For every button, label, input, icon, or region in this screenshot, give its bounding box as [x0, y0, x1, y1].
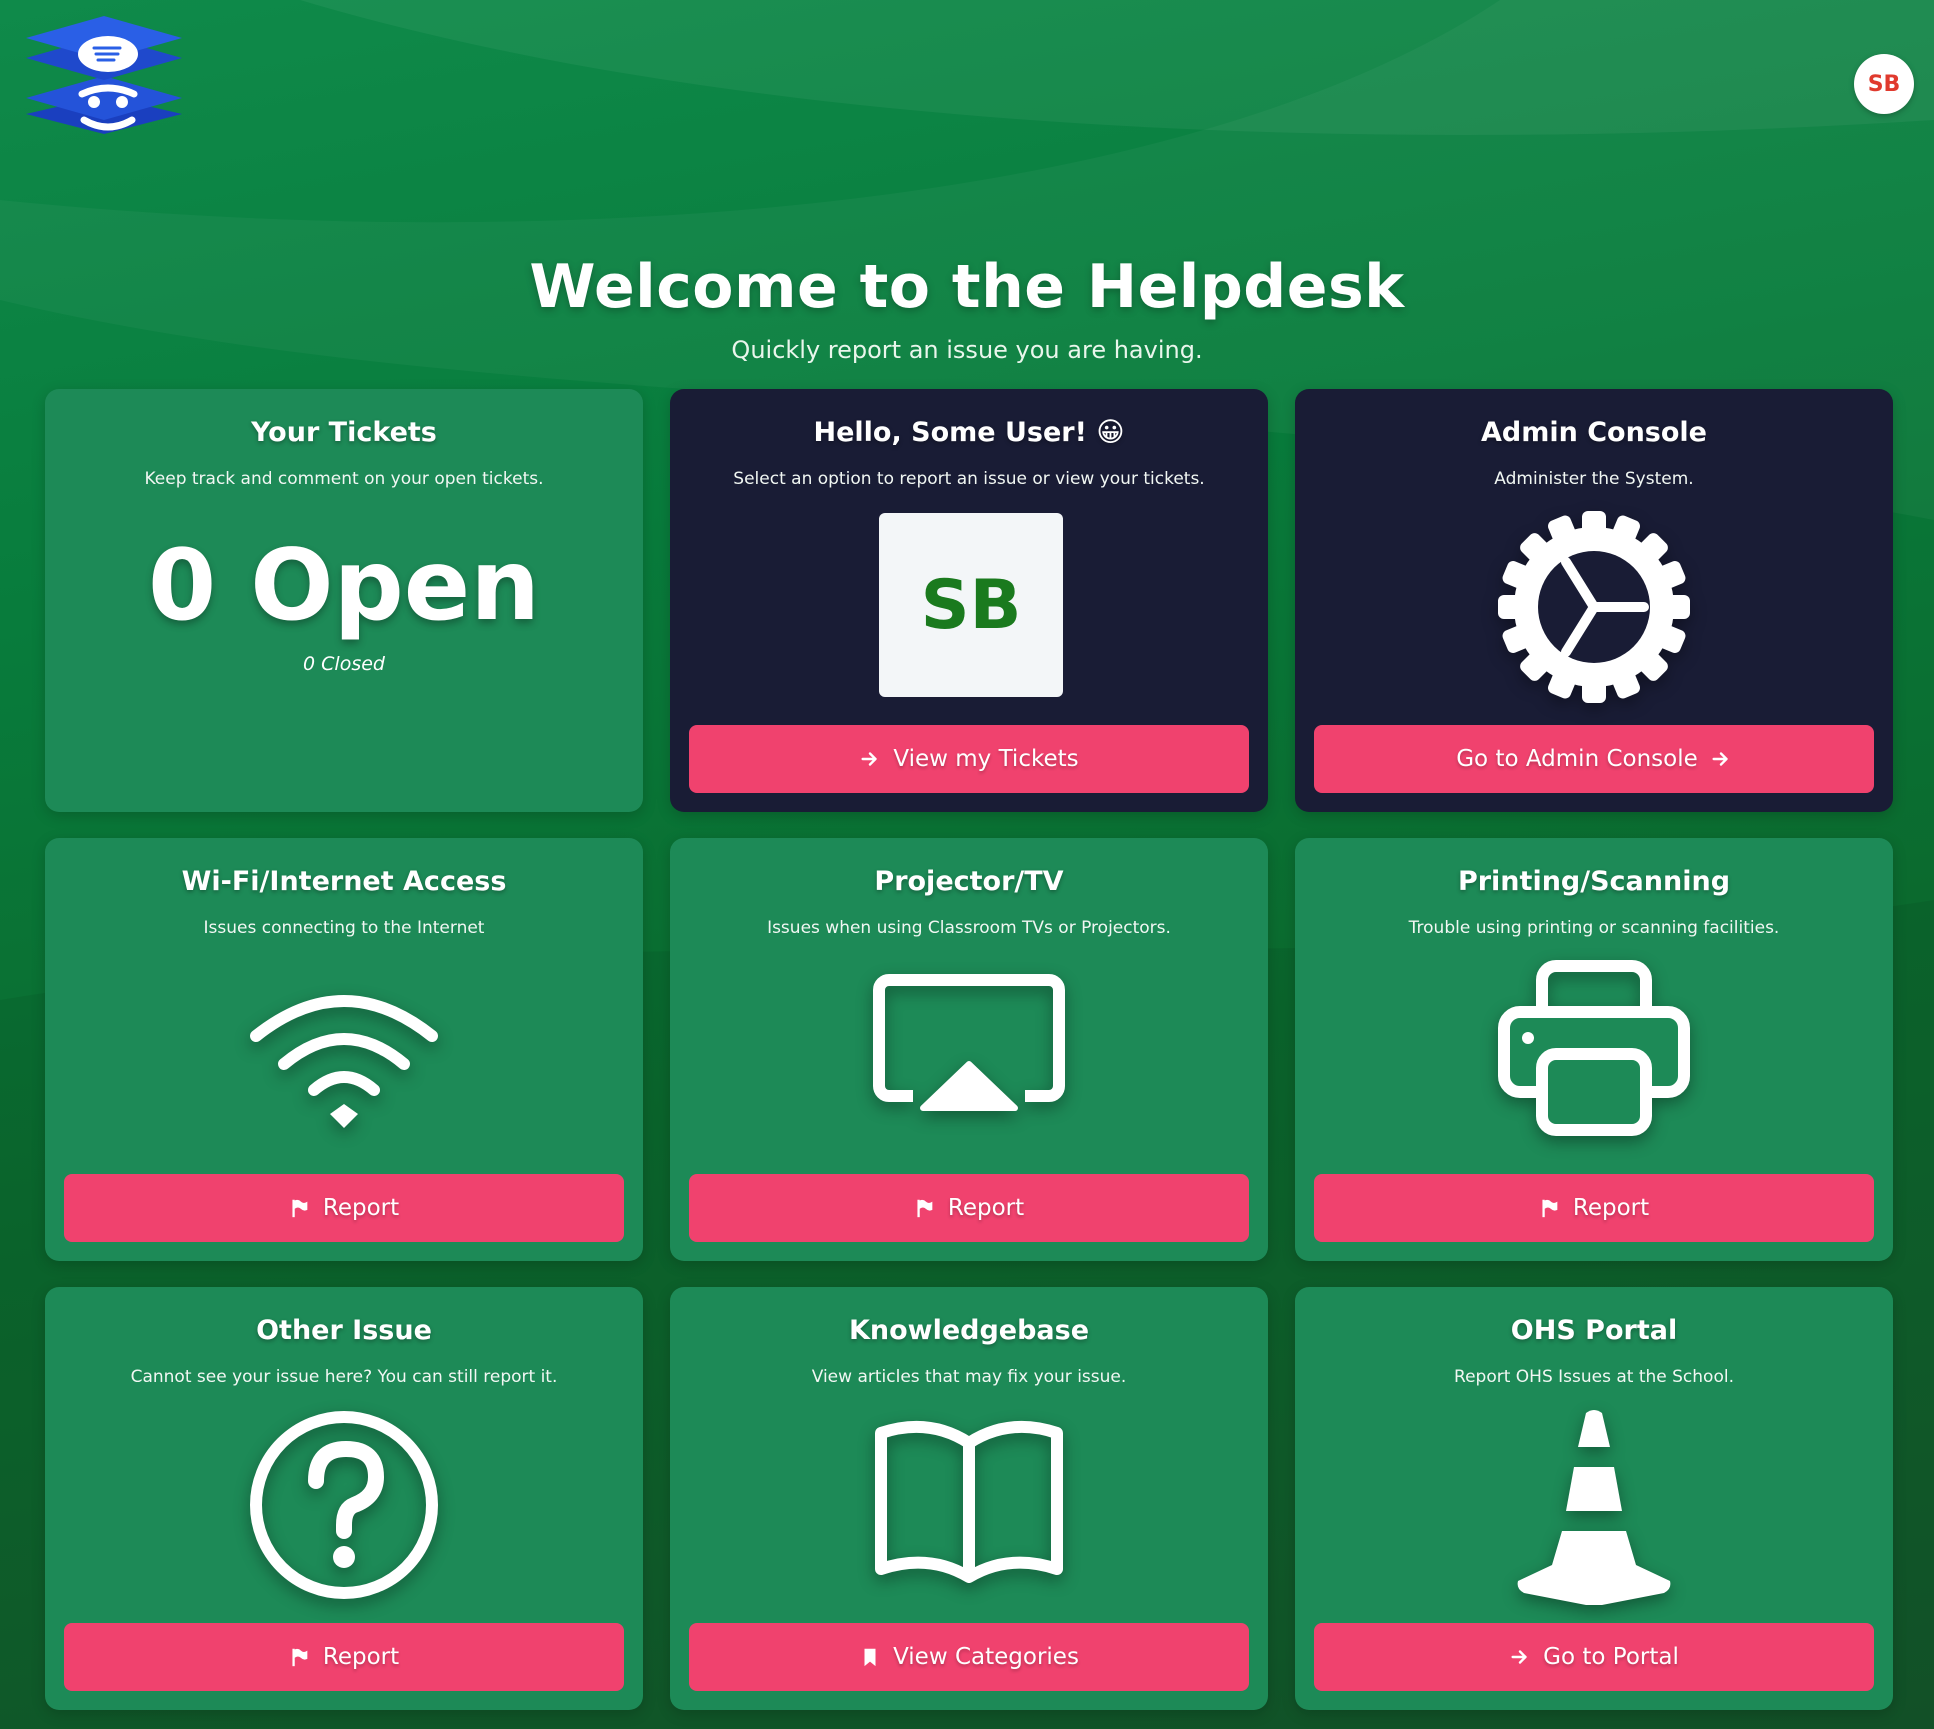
card-description: Issues when using Classroom TVs or Proje…: [767, 918, 1171, 938]
page-title: Welcome to the Helpdesk: [529, 252, 1405, 322]
report-projector-button[interactable]: Report: [689, 1174, 1249, 1242]
user-avatar[interactable]: SB: [1854, 54, 1914, 114]
button-label: View Categories: [893, 1644, 1079, 1670]
card-description: View articles that may fix your issue.: [811, 1367, 1127, 1387]
helpdesk-logo[interactable]: [24, 16, 184, 154]
traffic-cone-icon: [1494, 1405, 1694, 1606]
go-to-portal-button[interactable]: Go to Portal: [1314, 1623, 1874, 1691]
bookmark-icon: [859, 1646, 881, 1668]
user-avatar-tile: SB: [879, 513, 1063, 697]
button-label: Go to Portal: [1543, 1644, 1679, 1670]
arrow-right-icon: [1509, 1646, 1531, 1668]
page-subtitle: Quickly report an issue you are having.: [731, 336, 1203, 364]
card-description: Cannot see your issue here? You can stil…: [130, 1367, 558, 1387]
admin-console-card: Admin Console Administer the System. Go …: [1295, 389, 1893, 812]
closed-tickets-count: 0 Closed: [303, 653, 385, 675]
printer-icon: [1494, 956, 1694, 1156]
card-title: Other Issue: [256, 1315, 432, 1346]
wifi-icon: [244, 956, 444, 1156]
report-printing-button[interactable]: Report: [1314, 1174, 1874, 1242]
button-label: Report: [947, 1195, 1025, 1221]
flag-icon: [289, 1646, 311, 1668]
arrow-right-icon: [1710, 748, 1732, 770]
book-icon: [869, 1405, 1069, 1605]
card-description: Keep track and comment on your open tick…: [144, 469, 544, 489]
card-title: Your Tickets: [251, 417, 437, 448]
card-title: Printing/Scanning: [1457, 866, 1731, 897]
report-wifi-button[interactable]: Report: [64, 1174, 624, 1242]
go-to-admin-console-button[interactable]: Go to Admin Console: [1314, 725, 1874, 793]
your-tickets-card: Your Tickets Keep track and comment on y…: [45, 389, 643, 812]
question-icon: [244, 1405, 444, 1605]
card-description: Report OHS Issues at the School.: [1454, 1367, 1734, 1387]
view-categories-button[interactable]: View Categories: [689, 1623, 1249, 1691]
button-label: View my Tickets: [893, 746, 1079, 772]
card-title: Knowledgebase: [848, 1315, 1090, 1346]
printing-card: Printing/Scanning Trouble using printing…: [1295, 838, 1893, 1261]
report-other-issue-button[interactable]: Report: [64, 1623, 624, 1691]
button-label: Go to Admin Console: [1456, 746, 1698, 772]
card-description: Administer the System.: [1494, 469, 1694, 489]
card-description: Select an option to report an issue or v…: [733, 469, 1205, 489]
button-label: Report: [1572, 1195, 1650, 1221]
view-my-tickets-button[interactable]: View my Tickets: [689, 725, 1249, 793]
card-title: OHS Portal: [1510, 1315, 1678, 1346]
button-label: Report: [322, 1195, 400, 1221]
hello-user-card: Hello, Some User! 😀 Select an option to …: [670, 389, 1268, 812]
card-title: Wi-Fi/Internet Access: [181, 866, 507, 897]
card-description: Trouble using printing or scanning facil…: [1408, 918, 1780, 938]
other-issue-card: Other Issue Cannot see your issue here? …: [45, 1287, 643, 1710]
card-title: Hello, Some User! 😀: [813, 417, 1125, 448]
ohs-portal-card: OHS Portal Report OHS Issues at the Scho…: [1295, 1287, 1893, 1710]
card-description: Issues connecting to the Internet: [203, 918, 485, 938]
flag-icon: [914, 1197, 936, 1219]
wifi-card: Wi-Fi/Internet Access Issues connecting …: [45, 838, 643, 1261]
flag-icon: [289, 1197, 311, 1219]
card-title: Projector/TV: [874, 866, 1064, 897]
flag-icon: [1539, 1197, 1561, 1219]
screen-cast-icon: [869, 956, 1069, 1156]
arrow-right-icon: [859, 748, 881, 770]
gear-icon: [1494, 507, 1694, 707]
open-tickets-count: 0 Open: [148, 529, 540, 643]
projector-card: Projector/TV Issues when using Classroom…: [670, 838, 1268, 1261]
knowledgebase-card: Knowledgebase View articles that may fix…: [670, 1287, 1268, 1710]
button-label: Report: [322, 1644, 400, 1670]
card-title: Admin Console: [1480, 417, 1707, 448]
